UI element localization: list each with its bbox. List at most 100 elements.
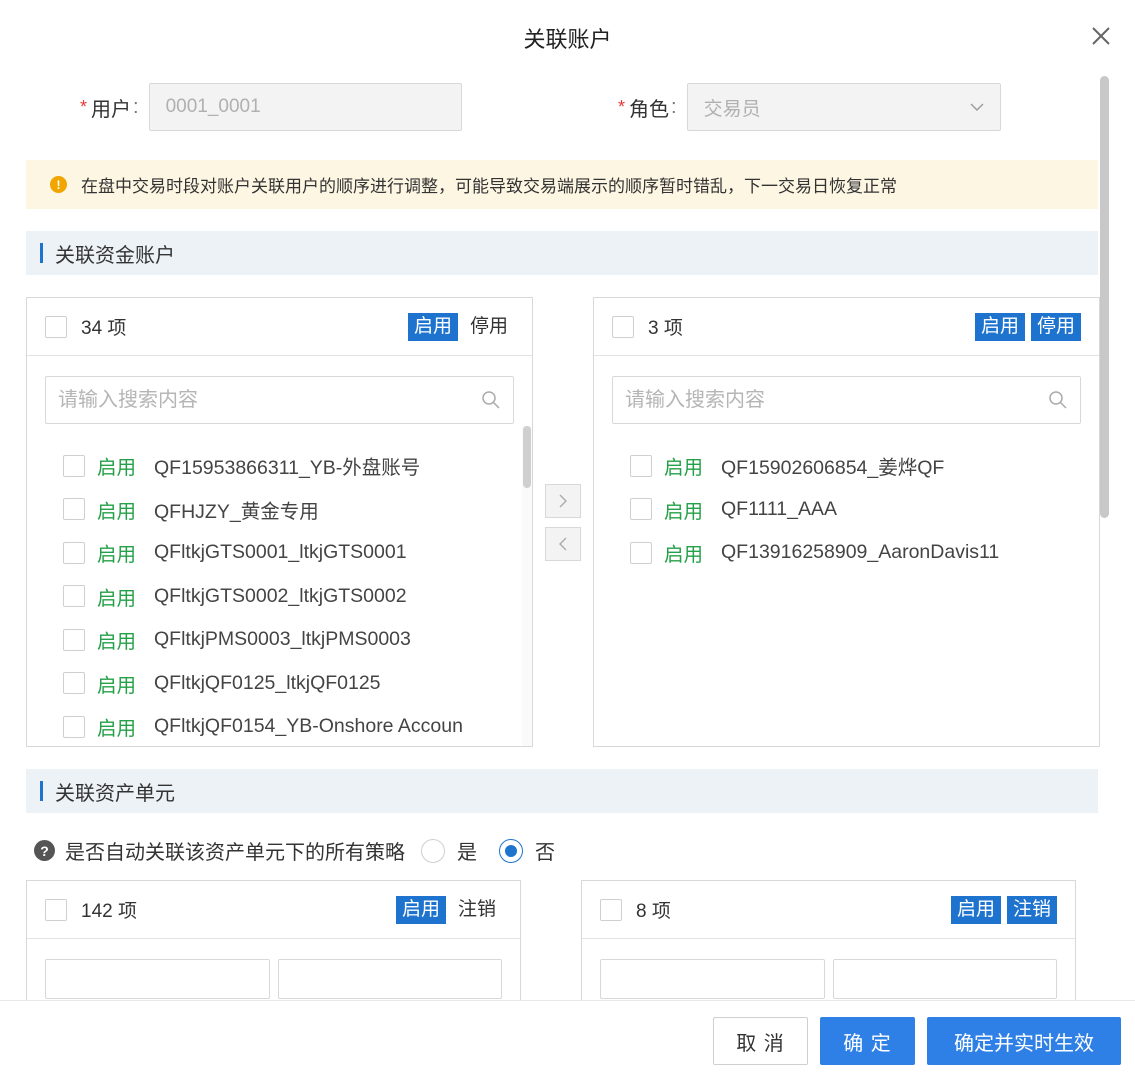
filter-enable-button[interactable]: 启用 [974, 312, 1025, 341]
list-item[interactable]: 启用 QFltkjGTS0002_ltkjGTS0002 [63, 575, 518, 619]
panel-header: 3 项 启用 停用 [594, 298, 1099, 356]
colon: : [133, 95, 139, 118]
auto-link-strategy-row: ? 是否自动关联该资产单元下的所有策略 是 否 [34, 836, 555, 865]
radio-no[interactable] [499, 838, 523, 863]
filter-inputs [45, 959, 502, 999]
item-checkbox[interactable] [63, 715, 85, 738]
asset-source-panel: 142 项 启用 注销 [26, 880, 521, 1020]
item-checkbox[interactable] [630, 454, 652, 477]
filter-input[interactable] [45, 959, 270, 999]
confirm-button[interactable]: 确 定 [820, 1017, 915, 1065]
dialog-title: 关联账户 [523, 27, 612, 52]
item-checkbox[interactable] [63, 498, 85, 521]
status-label: 启用 [97, 674, 137, 697]
item-checkbox[interactable] [63, 628, 85, 651]
role-form-row: * 角色 : 交易员 [618, 83, 1001, 131]
account-name: QF15953866311_YB-外盘账号 [154, 457, 421, 480]
dialog-scrollbar[interactable] [1100, 76, 1109, 518]
status-label: 启用 [664, 500, 704, 523]
chevron-down-icon [970, 103, 984, 111]
filter-disable-button[interactable]: 停用 [1030, 312, 1081, 341]
status-label: 启用 [664, 457, 704, 480]
list-item[interactable]: 启用 QF1111_AAA [630, 488, 1085, 532]
filter-disable-button[interactable]: 停用 [464, 313, 514, 341]
section-accent-bar [40, 243, 43, 263]
item-count: 3 项 [648, 318, 683, 339]
account-name: QFltkjGTS0001_ltkjGTS0001 [154, 541, 407, 564]
user-form-row: * 用户 : 0001_0001 [80, 83, 462, 131]
select-all-checkbox[interactable] [612, 315, 634, 338]
status-label: 启用 [97, 718, 137, 741]
account-name: QF13916258909_AaronDavis11 [721, 541, 1000, 564]
panel-header: 8 项 启用 注销 [582, 881, 1075, 939]
user-label: 用户 [91, 98, 132, 121]
fund-source-list: 启用 QF15953866311_YB-外盘账号 启用 QFHJZY_黄金专用 启用… [63, 444, 518, 746]
filter-enable-button[interactable]: 启用 [407, 312, 458, 341]
list-item[interactable]: 启用 QF15953866311_YB-外盘账号 [63, 444, 518, 488]
list-item[interactable]: 启用 QFltkjQF0125_ltkjQF0125 [63, 662, 518, 706]
filter-input[interactable] [832, 959, 1057, 999]
notice-text: 在盘中交易时段对账户关联用户的顺序进行调整，可能导致交易端展示的顺序暂时错乱，下… [81, 177, 897, 196]
list-item[interactable]: 启用 QFltkjPMS0003_ltkjPMS0003 [63, 618, 518, 662]
account-name: QFHJZY_黄金专用 [154, 500, 319, 523]
confirm-live-button[interactable]: 确定并实时生效 [927, 1017, 1121, 1065]
filter-enable-button[interactable]: 启用 [950, 895, 1001, 924]
role-select[interactable]: 交易员 [686, 83, 1001, 131]
radio-no-label[interactable]: 否 [535, 836, 555, 865]
item-count: 34 项 [81, 318, 127, 339]
list-item[interactable]: 启用 QF13916258909_AaronDavis11 [630, 531, 1085, 575]
account-name: QF1111_AAA [721, 497, 837, 520]
account-name: QFltkjGTS0002_ltkjGTS0002 [154, 584, 407, 607]
item-checkbox[interactable] [630, 541, 652, 564]
chevron-left-icon [559, 537, 567, 551]
chevron-right-icon [559, 494, 567, 508]
asset-target-panel: 8 项 启用 注销 [581, 880, 1076, 1020]
required-mark: * [80, 96, 88, 117]
filter-input[interactable] [277, 959, 502, 999]
filter-input[interactable] [600, 959, 825, 999]
search-input[interactable] [625, 388, 1048, 412]
account-name: QF15902606854_姜烨QF [721, 457, 945, 480]
asset-unit-section-header: 关联资产单元 [26, 769, 1098, 813]
filter-cancel-button[interactable]: 注销 [1006, 895, 1057, 924]
item-checkbox[interactable] [63, 585, 85, 608]
cancel-button[interactable]: 取 消 [713, 1017, 808, 1065]
user-field[interactable]: 0001_0001 [148, 83, 462, 131]
account-name: QFltkjQF0154_YB-Onshore Accoun [154, 715, 463, 738]
role-select-value: 交易员 [703, 98, 761, 120]
warning-notice: ! 在盘中交易时段对账户关联用户的顺序进行调整，可能导致交易端展示的顺序暂时错乱… [26, 160, 1098, 209]
section-title: 关联资金账户 [55, 244, 175, 267]
account-name: QFltkjPMS0003_ltkjPMS0003 [154, 628, 411, 651]
search-icon[interactable] [481, 390, 501, 410]
help-icon[interactable]: ? [34, 840, 55, 861]
item-checkbox[interactable] [630, 498, 652, 521]
warning-icon: ! [50, 176, 67, 193]
radio-yes-label[interactable]: 是 [457, 836, 477, 865]
list-scrollbar[interactable] [523, 426, 531, 488]
list-item[interactable]: 启用 QFltkjGTS0001_ltkjGTS0001 [63, 531, 518, 575]
filter-enable-button[interactable]: 启用 [395, 895, 446, 924]
move-left-button[interactable] [545, 527, 581, 561]
fund-target-panel: 3 项 启用 停用 启用 QF15902606854_姜烨QF 启用 QF1111_… [593, 297, 1100, 747]
search-icon[interactable] [1048, 390, 1068, 410]
section-accent-bar [40, 781, 43, 801]
select-all-checkbox[interactable] [45, 898, 67, 921]
status-label: 启用 [97, 631, 137, 654]
status-label: 启用 [97, 500, 137, 523]
panel-header: 34 项 启用 停用 [27, 298, 532, 356]
close-icon[interactable] [1089, 24, 1113, 48]
select-all-checkbox[interactable] [45, 315, 67, 338]
required-mark: * [618, 96, 626, 117]
item-checkbox[interactable] [63, 454, 85, 477]
select-all-checkbox[interactable] [600, 898, 622, 921]
item-checkbox[interactable] [63, 541, 85, 564]
item-checkbox[interactable] [63, 672, 85, 695]
filter-inputs [600, 959, 1057, 999]
filter-cancel-button[interactable]: 注销 [452, 896, 502, 924]
search-input[interactable] [58, 388, 481, 412]
move-right-button[interactable] [545, 484, 581, 518]
list-item[interactable]: 启用 QFltkjQF0154_YB-Onshore Accoun [63, 705, 518, 746]
list-item[interactable]: 启用 QFHJZY_黄金专用 [63, 488, 518, 532]
radio-yes[interactable] [421, 838, 445, 863]
list-item[interactable]: 启用 QF15902606854_姜烨QF [630, 444, 1085, 488]
